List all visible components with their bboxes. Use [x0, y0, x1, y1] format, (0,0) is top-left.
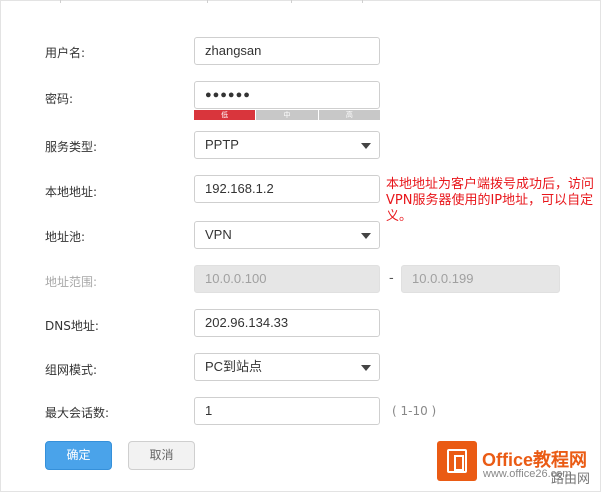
chevron-down-icon [361, 365, 371, 371]
top-divider [291, 0, 292, 3]
cancel-button[interactable]: 取消 [128, 441, 195, 470]
confirm-button[interactable]: 确定 [45, 441, 112, 470]
pool-label: 地址池: [45, 230, 86, 244]
username-label: 用户名: [45, 46, 86, 60]
range-start-input: 10.0.0.100 [194, 265, 380, 293]
max-sessions-input[interactable]: 1 [194, 397, 380, 425]
range-separator: - [389, 271, 394, 286]
service-type-label: 服务类型: [45, 140, 98, 154]
top-divider [362, 0, 363, 3]
username-input[interactable]: zhangsan [194, 37, 380, 65]
password-input[interactable]: ●●●●●● [194, 81, 380, 109]
chevron-down-icon [361, 143, 371, 149]
service-type-select[interactable]: PPTP [194, 131, 380, 159]
dns-input[interactable]: 202.96.134.33 [194, 309, 380, 337]
annotation-note: 本地地址为客户端拨号成功后，访问VPN服务器使用的IP地址，可以自定义。 [386, 177, 595, 224]
network-mode-label: 组网模式: [45, 363, 98, 377]
strength-mid: 中 [256, 110, 318, 120]
chevron-down-icon [361, 233, 371, 239]
password-strength-meter: 低 中 高 [194, 110, 380, 120]
office-logo-icon [437, 441, 477, 481]
range-label: 地址范围: [45, 275, 98, 289]
dns-label: DNS地址: [45, 319, 99, 333]
max-sessions-hint: ( 1-10 ) [392, 404, 437, 418]
watermark: 路由网 [551, 472, 591, 487]
strength-low: 低 [194, 110, 256, 120]
max-sessions-label: 最大会话数: [45, 406, 110, 420]
top-divider [60, 0, 61, 3]
password-label: 密码: [45, 92, 74, 106]
pool-value: VPN [205, 227, 232, 242]
service-type-value: PPTP [205, 137, 239, 152]
network-mode-value: PC到站点 [205, 359, 263, 374]
strength-high: 高 [318, 110, 380, 120]
range-end-input: 10.0.0.199 [401, 265, 560, 293]
pool-select[interactable]: VPN [194, 221, 380, 249]
local-address-input[interactable]: 192.168.1.2 [194, 175, 380, 203]
top-divider [207, 0, 208, 3]
network-mode-select[interactable]: PC到站点 [194, 353, 380, 381]
local-address-label: 本地地址: [45, 185, 98, 199]
